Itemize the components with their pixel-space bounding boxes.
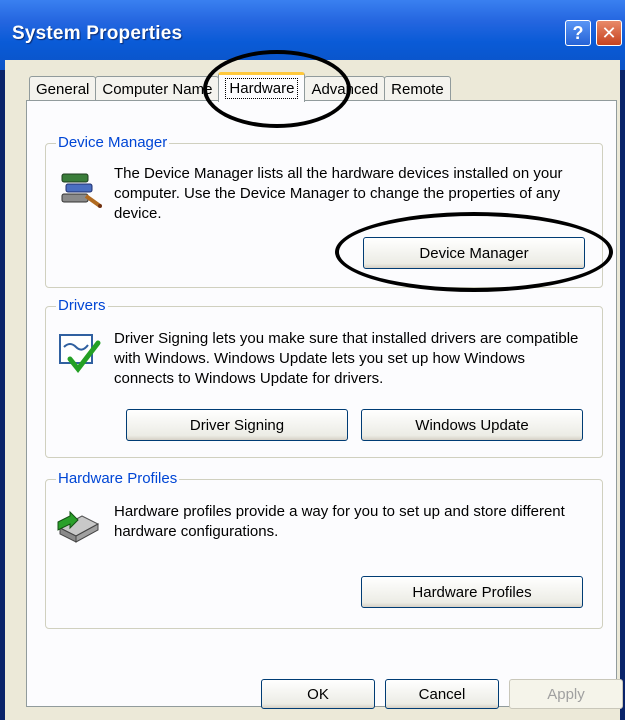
close-button[interactable]: ✕ bbox=[596, 20, 622, 46]
windows-update-button[interactable]: Windows Update bbox=[361, 409, 583, 441]
hardware-tab-panel: Device Manager The Device Manager lists … bbox=[26, 100, 617, 707]
tab-label: Remote bbox=[391, 81, 444, 98]
tab-computer-name[interactable]: Computer Name bbox=[95, 76, 220, 102]
group-title: Device Manager bbox=[56, 134, 170, 151]
tab-label: General bbox=[36, 81, 90, 98]
device-manager-group: Device Manager The Device Manager lists … bbox=[45, 134, 603, 288]
tab-remote[interactable]: Remote bbox=[384, 76, 451, 102]
group-title: Hardware Profiles bbox=[56, 470, 180, 487]
hardware-profiles-icon bbox=[57, 510, 100, 543]
tab-general[interactable]: General bbox=[29, 76, 97, 102]
tab-hardware[interactable]: Hardware bbox=[218, 72, 306, 102]
system-properties-window: System Properties ? ✕ General Computer N… bbox=[0, 0, 625, 720]
device-manager-icon bbox=[61, 173, 102, 208]
tab-label: Hardware bbox=[225, 78, 299, 99]
tab-advanced[interactable]: Advanced bbox=[304, 76, 386, 102]
tab-label: Advanced bbox=[311, 81, 379, 98]
hardware-profiles-group: Hardware Profiles Hardware profiles prov… bbox=[45, 470, 603, 629]
device-manager-description: The Device Manager lists all the hardwar… bbox=[114, 165, 563, 222]
cancel-button[interactable]: Cancel bbox=[385, 679, 499, 709]
drivers-group: Drivers Driver Signing lets you make sur… bbox=[45, 297, 603, 458]
drivers-description: Driver Signing lets you make sure that i… bbox=[114, 330, 579, 387]
ok-button[interactable]: OK bbox=[261, 679, 375, 709]
apply-button[interactable]: Apply bbox=[509, 679, 623, 709]
hardware-profiles-description: Hardware profiles provide a way for you … bbox=[114, 503, 565, 540]
tab-strip: General Computer Name Hardware Advanced … bbox=[29, 72, 451, 102]
window-title: System Properties bbox=[12, 23, 183, 44]
dialog-client-area: General Computer Name Hardware Advanced … bbox=[5, 60, 620, 720]
help-button[interactable]: ? bbox=[565, 20, 591, 46]
group-title: Drivers bbox=[56, 297, 108, 314]
tab-label: Computer Name bbox=[102, 81, 213, 98]
device-manager-button[interactable]: Device Manager bbox=[363, 237, 585, 269]
driver-signing-button[interactable]: Driver Signing bbox=[126, 409, 348, 441]
driver-signing-icon bbox=[59, 334, 101, 374]
hardware-profiles-button[interactable]: Hardware Profiles bbox=[361, 576, 583, 608]
